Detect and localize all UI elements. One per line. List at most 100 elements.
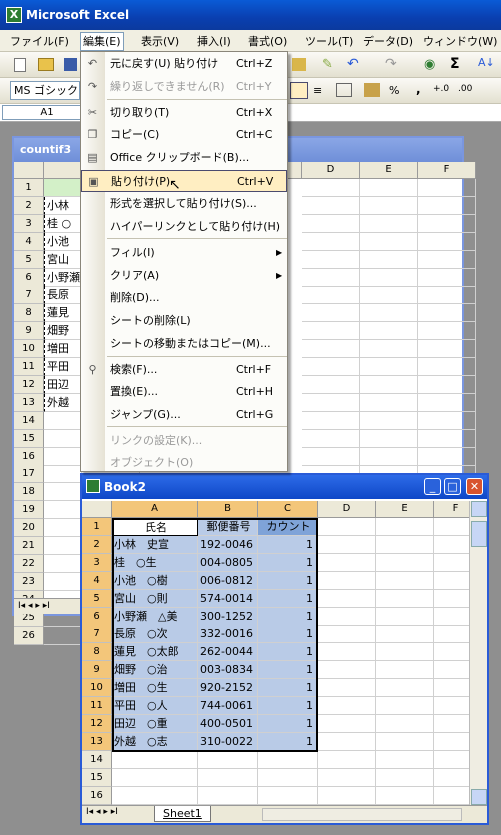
table-cell[interactable] [360,250,418,269]
table-cell[interactable] [112,768,198,787]
table-cell[interactable]: 1 [258,589,318,608]
table-cell[interactable]: 畑野 ○治 [112,661,198,680]
table-cell[interactable] [376,661,434,680]
paste-toolbar-icon[interactable] [292,58,306,71]
new-icon[interactable] [14,58,26,72]
table-cell[interactable]: 1 [258,732,318,751]
table-cell[interactable] [44,411,82,430]
row-header[interactable]: 17 [14,465,44,484]
row-header[interactable]: 3 [82,553,112,572]
table-cell[interactable] [360,179,418,197]
table-cell[interactable]: 外越 ○志 [112,732,198,751]
table-cell[interactable] [318,553,376,572]
row-header[interactable]: 16 [14,447,44,466]
merge-center-icon[interactable] [336,83,352,97]
table-cell[interactable] [258,786,318,805]
table-cell[interactable] [360,304,418,323]
table-cell[interactable]: 小野瀬 △美 [112,607,198,626]
row-header[interactable]: 4 [14,232,44,251]
row-header[interactable]: 8 [82,643,112,662]
menu-item-13[interactable]: ⚲ 検索(F)... Ctrl+F [81,359,287,381]
table-cell[interactable] [360,214,418,233]
column-header-b[interactable]: B [198,501,258,518]
table-cell[interactable] [302,429,360,448]
menu-item-5[interactable]: ▣ 貼り付け(P) Ctrl+V [81,170,287,192]
table-cell[interactable]: 1 [258,643,318,662]
table-cell[interactable] [302,268,360,287]
close-button[interactable]: ✕ [466,478,483,495]
row-header[interactable]: 12 [14,375,44,394]
table-cell[interactable] [360,268,418,287]
menu-tools[interactable]: ツール(T) [305,33,353,49]
autosum-icon[interactable]: Σ [450,56,460,72]
menu-item-6[interactable]: 形式を選択して貼り付け(S)... [81,193,287,215]
table-cell[interactable] [418,214,476,233]
undo-toolbar-icon[interactable]: ↶ [347,56,359,72]
row-header[interactable]: 12 [82,714,112,733]
column-header-c[interactable]: C [258,501,318,518]
percent-style-button[interactable]: % [389,84,399,97]
table-cell[interactable] [302,286,360,305]
font-name-select[interactable]: MS ゴシック [10,81,80,100]
scroll-up-arrow-icon[interactable] [471,501,487,517]
row-header[interactable]: 18 [14,483,44,502]
column-header-a[interactable]: A [112,501,198,518]
table-cell[interactable] [318,679,376,698]
menu-item-3[interactable]: ❐ コピー(C) Ctrl+C [81,124,287,146]
table-cell[interactable] [418,358,476,376]
menu-item-12[interactable]: シートの移動またはコピー(M)... [81,333,287,355]
column-header-e[interactable]: E [376,501,434,518]
horizontal-scrollbar[interactable] [262,808,462,821]
table-cell[interactable] [376,786,434,805]
table-cell[interactable] [376,571,434,590]
table-cell[interactable]: 310-0022 [198,732,258,751]
row-header[interactable]: 13 [14,393,44,412]
table-cell[interactable] [418,196,476,215]
row-header[interactable]: 7 [82,625,112,644]
row-header[interactable]: 14 [82,750,112,769]
row-header[interactable]: 16 [82,786,112,805]
table-cell[interactable] [360,232,418,251]
table-cell[interactable] [360,322,418,341]
table-cell[interactable] [418,232,476,251]
table-cell[interactable]: 小林 史宣 [112,535,198,554]
currency-icon[interactable] [364,83,380,97]
table-cell[interactable]: 1 [258,697,318,715]
column-header-d[interactable]: D [318,501,376,518]
row-header[interactable]: 26 [14,626,44,645]
table-cell[interactable]: 1 [258,714,318,733]
menu-window[interactable]: ウィンドウ(W) [423,33,497,49]
table-cell[interactable] [376,553,434,572]
table-cell[interactable] [376,768,434,787]
table-cell[interactable] [318,750,376,769]
table-cell[interactable] [302,304,360,323]
table-cell[interactable]: 蓮見 ○太郎 [112,643,198,662]
table-cell[interactable]: 262-0044 [198,643,258,662]
row-header[interactable]: 1 [14,179,44,197]
table-cell[interactable] [360,393,418,412]
menu-item-2[interactable]: ✂ 切り取り(T) Ctrl+X [81,102,287,124]
table-cell[interactable] [44,447,82,466]
table-cell[interactable]: 192-0046 [198,535,258,554]
name-box[interactable]: A1 [2,105,92,120]
menu-insert[interactable]: 挿入(I) [197,33,231,49]
save-icon[interactable] [64,58,77,71]
tab-sheet1[interactable]: Sheet1 [154,806,211,822]
table-cell[interactable] [418,393,476,412]
table-cell[interactable] [360,286,418,305]
table-cell[interactable] [318,714,376,733]
table-cell[interactable] [418,447,476,466]
table-cell[interactable] [418,411,476,430]
table-cell[interactable] [302,214,360,233]
sheet-nav-buttons[interactable]: I◂ ◂ ▸ ▸I [86,807,118,817]
table-cell[interactable] [376,518,434,536]
table-cell[interactable] [302,232,360,251]
redo-toolbar-icon[interactable]: ↷ [385,56,397,72]
row-header[interactable]: 15 [82,768,112,787]
table-cell[interactable] [360,196,418,215]
column-header[interactable]: F [418,162,476,179]
row-header[interactable]: 2 [82,535,112,554]
row-header[interactable]: 5 [14,250,44,269]
row-header[interactable]: 15 [14,429,44,448]
table-cell[interactable] [376,732,434,751]
